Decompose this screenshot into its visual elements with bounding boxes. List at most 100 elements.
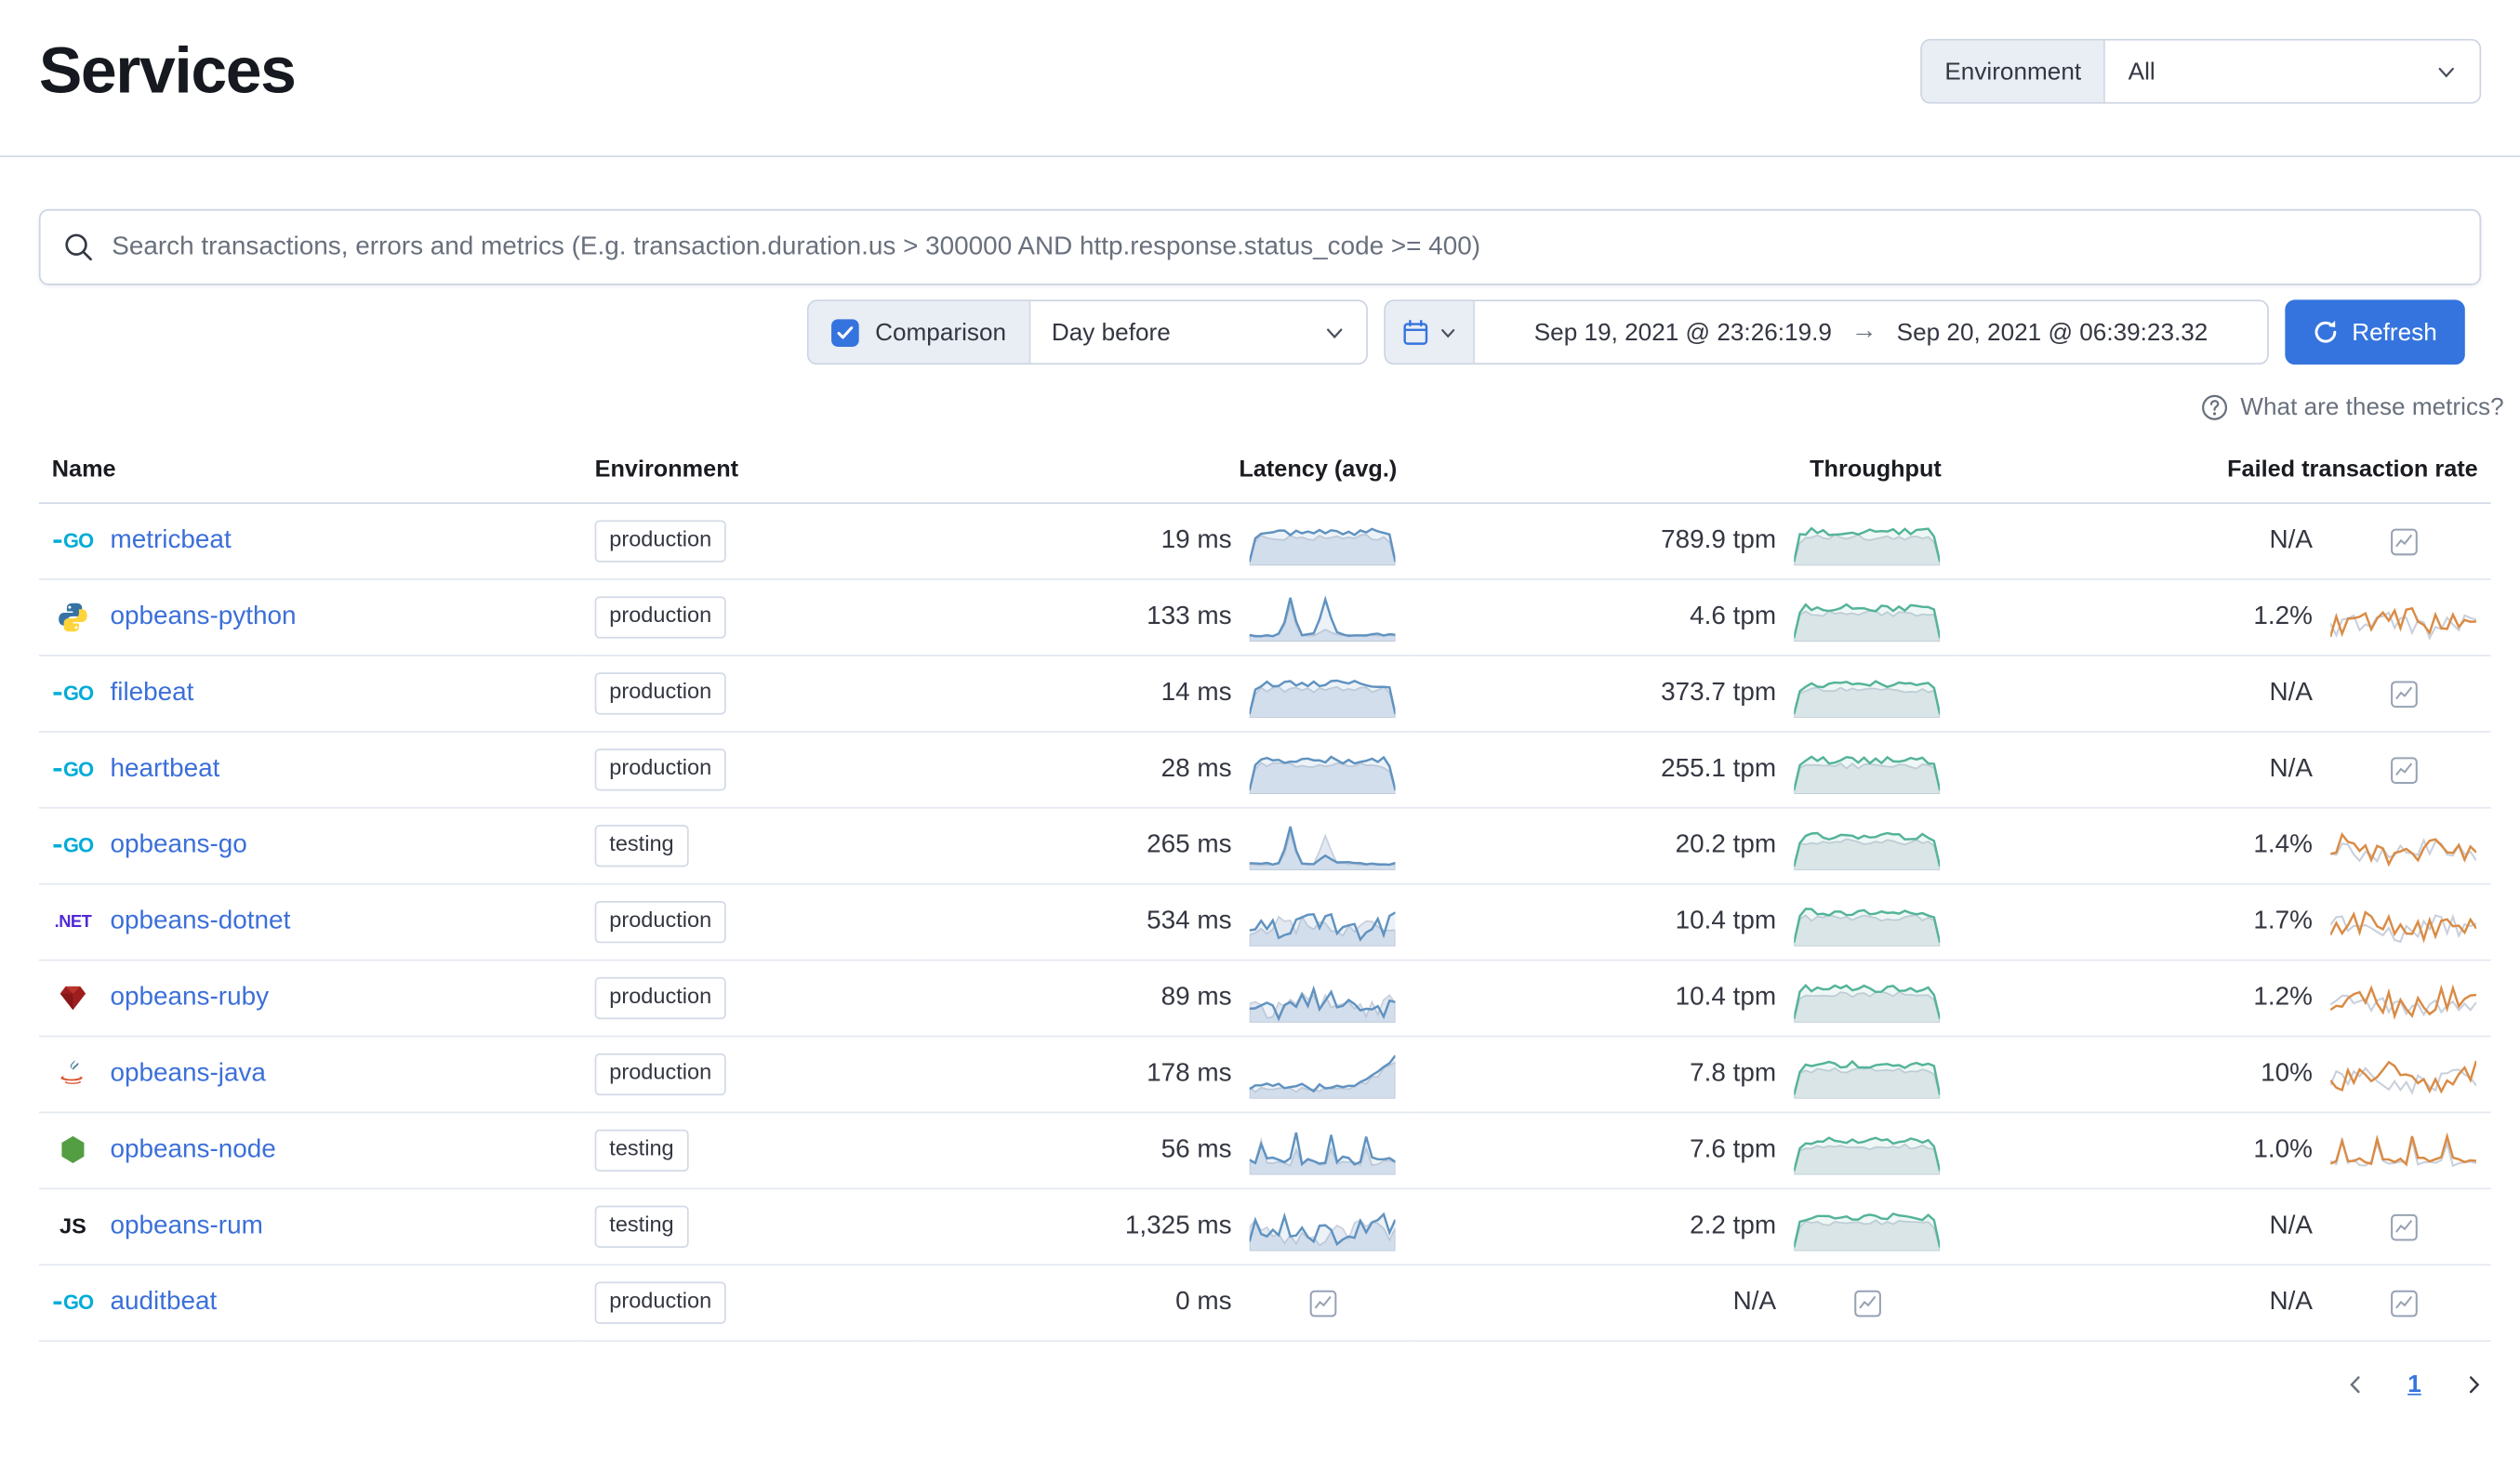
- throughput-value: 10.4 tpm: [1675, 907, 1777, 935]
- failed-value: 1.0%: [2253, 1135, 2313, 1164]
- service-link-auditbeat[interactable]: auditbeat: [111, 1289, 218, 1318]
- chevron-right-icon: [2469, 1376, 2480, 1394]
- search-input[interactable]: [112, 232, 2458, 262]
- latency-sparkline: [1248, 517, 1397, 566]
- throughput-value: 789.9 tpm: [1661, 526, 1777, 555]
- service-row: GO filebeat production 14 ms 373.7 tpm N/A: [38, 655, 2491, 733]
- next-page-button[interactable]: [2463, 1374, 2485, 1396]
- question-circle-icon: [2202, 394, 2228, 420]
- apm-services-page: Services Environment All Comparison Day …: [0, 0, 2520, 1457]
- page-1-button[interactable]: 1: [2407, 1371, 2421, 1398]
- throughput-sparkline: [1793, 746, 1942, 794]
- environment-badge: production: [594, 672, 726, 714]
- service-link-filebeat[interactable]: filebeat: [111, 679, 194, 708]
- chevron-down-icon: [1326, 327, 1343, 338]
- service-link-opbeans-node[interactable]: opbeans-node: [111, 1136, 276, 1165]
- column-header-name: Name: [38, 447, 582, 504]
- comparison-control: Comparison Day before: [806, 299, 1368, 365]
- latency-sparkline: [1248, 669, 1397, 719]
- latency-value: 56 ms: [1161, 1135, 1232, 1164]
- service-link-metricbeat[interactable]: metricbeat: [111, 526, 232, 555]
- environment-badge: production: [594, 597, 726, 638]
- comparison-checkbox[interactable]: [831, 318, 859, 347]
- service-link-opbeans-ruby[interactable]: opbeans-ruby: [111, 984, 270, 1013]
- previous-page-button[interactable]: [2344, 1374, 2366, 1396]
- throughput-value: 10.4 tpm: [1675, 983, 1777, 1012]
- service-link-opbeans-python[interactable]: opbeans-python: [111, 603, 297, 631]
- latency-sparkline: [1248, 746, 1397, 794]
- service-link-opbeans-java[interactable]: opbeans-java: [111, 1060, 266, 1089]
- latency-sparkline: [1248, 898, 1397, 947]
- environment-badge: production: [594, 977, 726, 1019]
- throughput-empty-chart-icon: [1793, 1278, 1942, 1327]
- node-agent-icon: [52, 1134, 94, 1167]
- service-row: GO metricbeat production 19 ms 789.9 tpm N/A: [38, 503, 2491, 580]
- column-header-failed-rate: Failed transaction rate: [1954, 447, 2491, 504]
- latency-value: 1,325 ms: [1124, 1212, 1232, 1240]
- throughput-sparkline: [1793, 822, 1942, 870]
- environment-badge: testing: [594, 1130, 689, 1172]
- latency-value: 265 ms: [1147, 831, 1232, 859]
- throughput-sparkline: [1793, 669, 1942, 719]
- failed-empty-chart-icon: [2328, 746, 2477, 794]
- search-icon: [65, 233, 92, 261]
- latency-sparkline: [1248, 822, 1397, 870]
- failed-sparkline: [2328, 822, 2477, 870]
- throughput-sparkline: [1793, 517, 1942, 566]
- service-link-opbeans-rum[interactable]: opbeans-rum: [111, 1212, 263, 1241]
- service-row: GO opbeans-go testing 265 ms 20.2 tpm 1.4%: [38, 807, 2491, 885]
- service-link-heartbeat[interactable]: heartbeat: [111, 755, 220, 784]
- environment-badge: testing: [594, 825, 689, 867]
- comparison-prepend: Comparison: [808, 301, 1031, 364]
- throughput-sparkline: [1793, 593, 1942, 642]
- throughput-value: N/A: [1732, 1288, 1777, 1317]
- service-link-opbeans-go[interactable]: opbeans-go: [111, 831, 247, 860]
- comparison-select[interactable]: Day before: [1030, 301, 1367, 364]
- throughput-sparkline: [1793, 974, 1942, 1023]
- throughput-sparkline: [1793, 1202, 1942, 1252]
- date-start-button[interactable]: Sep 19, 2021 @ 23:26:19.9: [1534, 318, 1832, 346]
- environment-select[interactable]: All: [2105, 40, 2480, 102]
- failed-value: 1.4%: [2253, 831, 2313, 859]
- date-end-button[interactable]: Sep 20, 2021 @ 06:39:23.32: [1897, 318, 2208, 346]
- failed-value: 10%: [2261, 1059, 2313, 1088]
- service-row: opbeans-java production 178 ms 7.8 tpm 10%: [38, 1036, 2491, 1114]
- failed-sparkline: [2328, 1126, 2477, 1174]
- metrics-help-link[interactable]: What are these metrics?: [2201, 393, 2504, 422]
- refresh-icon: [2314, 320, 2337, 343]
- failed-value: N/A: [2269, 526, 2313, 555]
- header-divider: [0, 155, 2520, 158]
- failed-sparkline: [2328, 593, 2477, 642]
- page-title: Services: [38, 35, 297, 108]
- go-agent-icon: GO: [52, 836, 94, 856]
- failed-value: 1.7%: [2253, 907, 2313, 935]
- date-picker: Sep 19, 2021 @ 23:26:19.9 → Sep 20, 2021…: [1384, 299, 2269, 365]
- metrics-help-label: What are these metrics?: [2240, 393, 2504, 422]
- dotnet-agent-icon: .NET: [54, 911, 92, 932]
- chevron-down-icon: [2438, 67, 2454, 77]
- throughput-sparkline: [1793, 1050, 1942, 1099]
- latency-sparkline: [1248, 1126, 1397, 1175]
- date-range: Sep 19, 2021 @ 23:26:19.9 → Sep 20, 2021…: [1475, 301, 2267, 363]
- controls-row: Comparison Day before Sep 19, 2021 @ 23:…: [39, 299, 2465, 365]
- service-row: JS opbeans-rum testing 1,325 ms 2.2 tpm N/A: [38, 1188, 2491, 1266]
- service-row: opbeans-ruby production 89 ms 10.4 tpm 1.2%: [38, 960, 2491, 1038]
- date-quick-select-button[interactable]: [1386, 301, 1475, 364]
- throughput-sparkline: [1793, 898, 1942, 947]
- latency-value: 178 ms: [1147, 1059, 1232, 1088]
- environment-filter-label: Environment: [1921, 40, 2106, 102]
- refresh-button[interactable]: Refresh: [2285, 299, 2465, 365]
- service-row: .NET opbeans-dotnet production 534 ms 10.4 t…: [38, 883, 2491, 961]
- column-header-environment: Environment: [581, 447, 914, 504]
- js-agent-icon: JS: [60, 1213, 86, 1238]
- python-agent-icon: [52, 602, 94, 634]
- throughput-value: 7.8 tpm: [1690, 1059, 1777, 1088]
- chevron-left-icon: [2349, 1376, 2360, 1394]
- failed-empty-chart-icon: [2328, 669, 2477, 718]
- service-link-opbeans-dotnet[interactable]: opbeans-dotnet: [111, 907, 291, 936]
- environment-badge: production: [594, 901, 726, 943]
- chevron-down-icon: [1441, 328, 1455, 338]
- environment-badge: production: [594, 1282, 726, 1324]
- refresh-button-label: Refresh: [2352, 318, 2437, 347]
- services-table: Name Environment Latency (avg.) Throughp…: [38, 447, 2491, 1343]
